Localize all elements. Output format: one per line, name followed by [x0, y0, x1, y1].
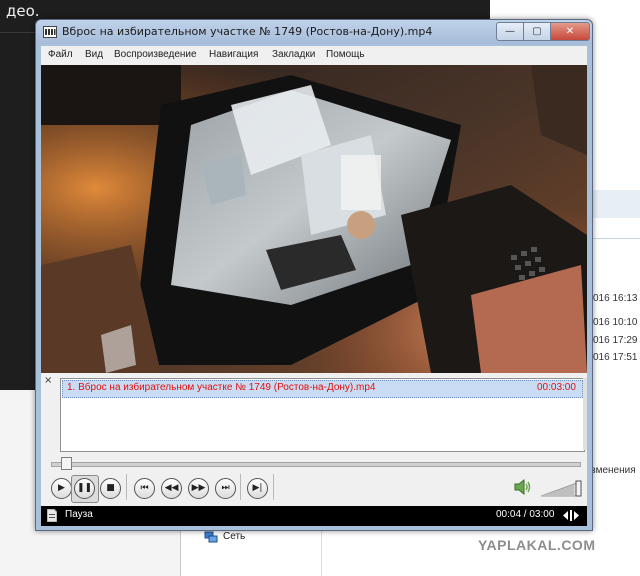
- media-player-window: Вброс на избирательном участке № 1749 (Р…: [35, 19, 593, 531]
- explorer-toolbar: [592, 190, 640, 218]
- explorer-date-cell: 016 10:10: [593, 317, 638, 328]
- playback-controls: ▶ ❚❚ ■ ⏮ ◀◀ ▶▶ ⏭ ▶|: [41, 455, 587, 506]
- controls-divider: [240, 474, 241, 500]
- controls-divider: [273, 474, 274, 500]
- site-watermark: YAPLAKAL.COM: [478, 537, 596, 553]
- background-page-text: део.: [6, 2, 40, 20]
- playlist-resize-handle[interactable]: [583, 378, 587, 450]
- menu-view[interactable]: Вид: [85, 49, 103, 60]
- menu-playback[interactable]: Воспроизведение: [114, 49, 197, 60]
- playback-state: Пауза: [65, 509, 93, 520]
- minimize-button[interactable]: —: [496, 22, 524, 41]
- explorer-network-item[interactable]: Сеть: [223, 531, 245, 542]
- explorer-column-header[interactable]: зменения: [591, 465, 640, 481]
- fast-forward-button[interactable]: ▶▶: [188, 478, 209, 499]
- menu-navigation[interactable]: Навигация: [209, 49, 258, 60]
- media-player-app-icon: [43, 26, 57, 38]
- video-frame[interactable]: [41, 65, 587, 373]
- play-button[interactable]: ▶: [51, 478, 72, 499]
- previous-button[interactable]: ⏮: [134, 478, 155, 499]
- video-frame-image: [41, 65, 587, 373]
- seek-bar[interactable]: [51, 462, 581, 467]
- explorer-divider: [592, 238, 640, 239]
- playlist-item-duration: 00:03:00: [537, 382, 576, 393]
- controls-divider: [126, 474, 127, 500]
- next-button[interactable]: ⏭: [215, 478, 236, 499]
- pause-button[interactable]: ❚❚: [74, 478, 95, 499]
- volume-slider[interactable]: [541, 479, 583, 497]
- status-bar: Пауза 00:04 / 03:00: [41, 506, 587, 526]
- menu-help[interactable]: Помощь: [326, 49, 365, 60]
- speaker-icon[interactable]: [514, 479, 532, 495]
- maximize-button[interactable]: ▢: [523, 22, 551, 41]
- menu-file[interactable]: Файл: [48, 49, 73, 60]
- playlist-item-title: 1. Вброс на избирательном участке № 1749…: [67, 382, 376, 393]
- playlist: 1. Вброс на избирательном участке № 1749…: [60, 378, 585, 452]
- title-bar[interactable]: Вброс на избирательном участке № 1749 (Р…: [36, 20, 592, 44]
- explorer-date-cell: 016 17:51: [593, 352, 638, 363]
- playlist-panel: × 1. Вброс на избирательном участке № 17…: [41, 373, 587, 455]
- menu-bookmarks[interactable]: Закладки: [272, 49, 315, 60]
- menu-bar: Файл Вид Воспроизведение Навигация Закла…: [41, 46, 587, 65]
- file-icon: [47, 509, 57, 522]
- rewind-button[interactable]: ◀◀: [161, 478, 182, 499]
- explorer-date-cell: 016 16:13: [593, 293, 638, 304]
- window-title: Вброс на избирательном участке № 1749 (Р…: [62, 25, 433, 38]
- seek-thumb[interactable]: [61, 457, 73, 470]
- close-button[interactable]: ✕: [550, 22, 590, 41]
- explorer-date-cell: 016 17:29: [593, 335, 638, 346]
- playback-time: 00:04 / 03:00: [496, 509, 555, 520]
- frame-step-button[interactable]: ▶|: [247, 478, 268, 499]
- playlist-item[interactable]: 1. Вброс на избирательном участке № 1749…: [62, 380, 583, 398]
- fullscreen-icon[interactable]: [563, 509, 579, 522]
- network-icon: [204, 531, 218, 543]
- playlist-close-icon[interactable]: ×: [44, 375, 52, 386]
- stop-button[interactable]: ■: [100, 478, 121, 499]
